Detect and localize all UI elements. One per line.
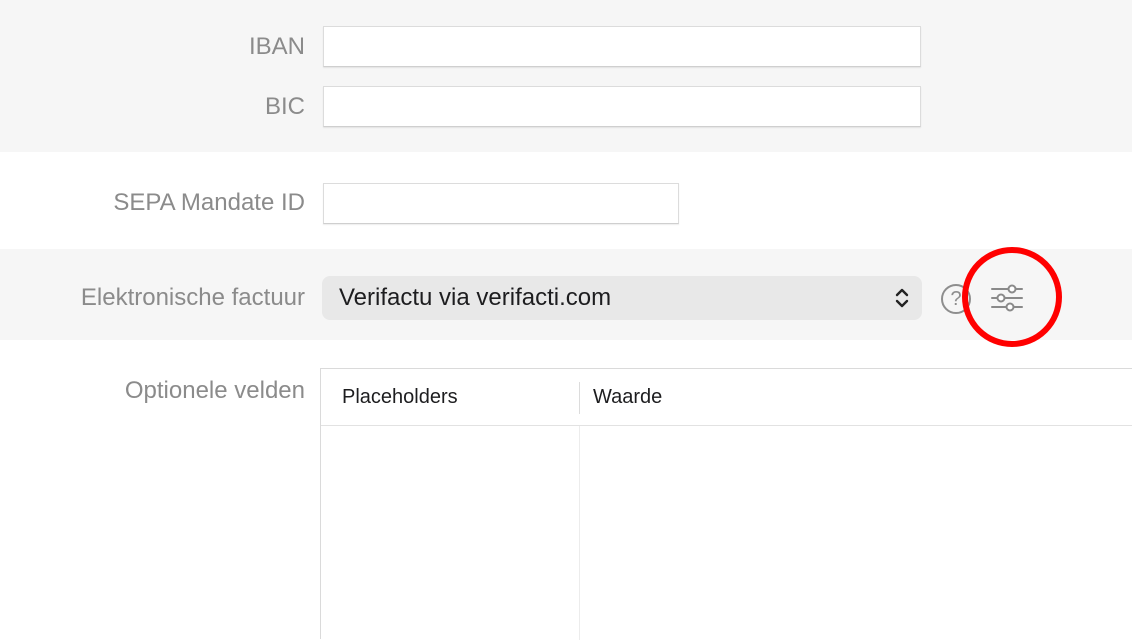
iban-field[interactable] — [323, 26, 921, 67]
help-icon[interactable]: ? — [941, 284, 971, 314]
placeholders-table[interactable]: Placeholders Waarde — [320, 368, 1132, 640]
sepa-mandate-label: SEPA Mandate ID — [113, 189, 305, 216]
efactuur-selected-value: Verifactu via verifacti.com — [339, 284, 612, 311]
chevron-up-down-icon — [895, 288, 909, 308]
sepa-mandate-input[interactable] — [324, 184, 678, 223]
column-divider — [579, 426, 580, 640]
help-glyph: ? — [950, 288, 962, 310]
bic-input[interactable] — [324, 87, 920, 126]
table-header: Placeholders Waarde — [321, 369, 1132, 426]
bank-section — [0, 0, 1132, 152]
bic-field[interactable] — [323, 86, 921, 127]
sliders-icon[interactable] — [990, 283, 1024, 313]
column-header-waarde[interactable]: Waarde — [593, 386, 662, 409]
iban-input[interactable] — [324, 27, 920, 66]
optional-fields-label: Optionele velden — [124, 377, 305, 404]
efactuur-label: Elektronische factuur — [80, 284, 305, 311]
efactuur-select[interactable]: Verifactu via verifacti.com — [322, 276, 922, 320]
sepa-mandate-field[interactable] — [323, 183, 679, 224]
iban-label: IBAN — [248, 33, 305, 60]
column-header-placeholders[interactable]: Placeholders — [342, 386, 458, 409]
bic-label: BIC — [264, 93, 305, 120]
column-separator[interactable] — [579, 382, 580, 414]
